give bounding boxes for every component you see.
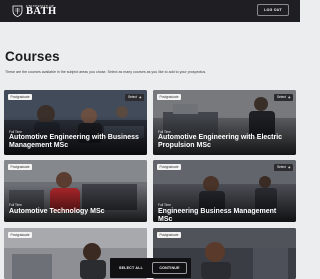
logo-title: BATH <box>26 5 57 17</box>
course-level-badge: Postgraduate <box>8 94 32 100</box>
course-level-badge: Postgraduate <box>157 94 181 100</box>
course-card[interactable]: Postgraduate Select + Full Time Engineer… <box>153 160 296 222</box>
plus-icon: + <box>138 94 142 100</box>
university-crest-icon <box>12 5 23 17</box>
course-title: Automotive Technology MSc <box>9 208 105 215</box>
course-card[interactable]: Postgraduate Select + Full Time Automoti… <box>4 90 147 155</box>
select-label: Select <box>277 165 286 169</box>
logout-button[interactable]: LOG OUT <box>257 4 289 16</box>
select-course-button[interactable]: Select + <box>274 93 293 101</box>
top-bar: UNIVERSITY OF BATH LOG OUT <box>0 0 300 22</box>
page-title: Courses <box>5 49 60 64</box>
plus-icon: + <box>287 94 291 100</box>
university-logo[interactable]: UNIVERSITY OF BATH <box>12 3 57 19</box>
select-label: Select <box>277 95 286 99</box>
course-title: Automotive Engineering with Business Man… <box>9 134 139 150</box>
course-title: Engineering Business Management MSc <box>158 208 277 222</box>
course-title: Automotive Engineering with Electric Pro… <box>158 134 283 150</box>
intro-text: These are the courses available in the s… <box>5 70 207 74</box>
continue-button[interactable]: CONTINUE <box>152 262 187 274</box>
study-mode: Full Time <box>9 203 22 207</box>
select-course-button[interactable]: Select + <box>125 93 144 101</box>
course-level-badge: Postgraduate <box>8 232 32 238</box>
course-card[interactable]: Postgraduate Full Time Automotive Techno… <box>4 160 147 222</box>
plus-icon: + <box>287 164 291 170</box>
action-bar: SELECT ALL CONTINUE <box>110 258 191 278</box>
select-label: Select <box>128 95 137 99</box>
select-course-button[interactable]: Select + <box>274 163 293 171</box>
course-card[interactable]: Postgraduate Select + Full Time Automoti… <box>153 90 296 155</box>
study-mode: Full Time <box>158 203 171 207</box>
course-level-badge: Postgraduate <box>157 232 181 238</box>
course-level-badge: Postgraduate <box>157 164 181 170</box>
course-level-badge: Postgraduate <box>8 164 32 170</box>
select-all-button[interactable]: SELECT ALL <box>114 262 148 274</box>
